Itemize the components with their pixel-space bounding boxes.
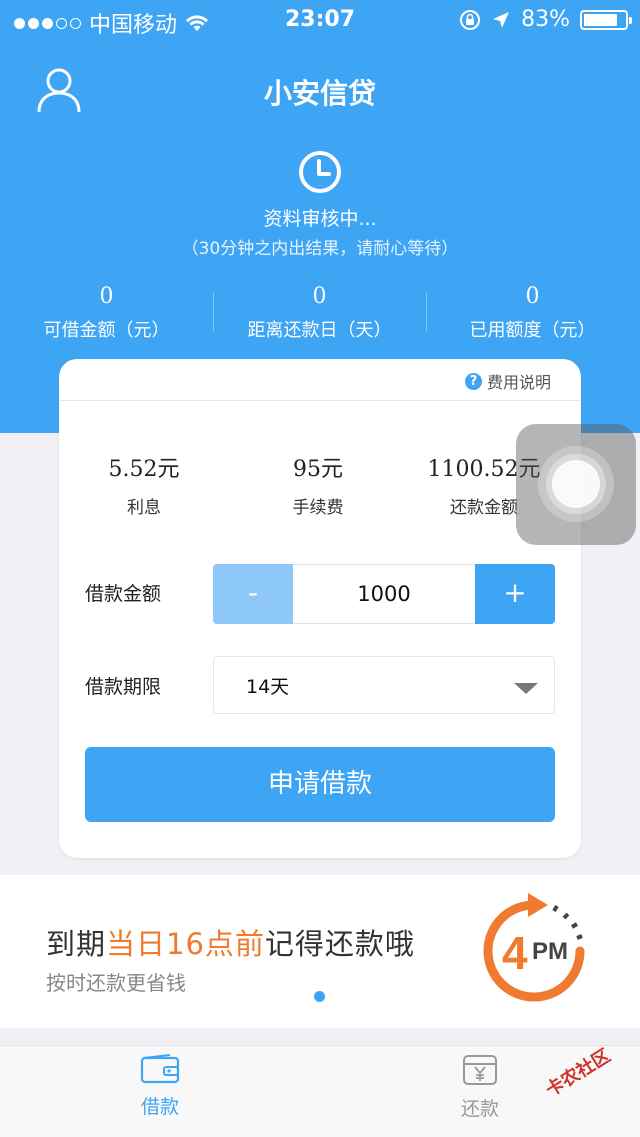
tab-label: 借款 [140, 1096, 179, 1118]
tab-repay[interactable]: 还款 [420, 1054, 540, 1121]
stat-value: 0 [525, 284, 540, 309]
battery-percent: 83% [521, 7, 570, 32]
summary-interest: 5.52元 利息 [59, 451, 229, 518]
banner-title-highlight: 当日16点前 [106, 927, 265, 961]
stat-value: 0 [99, 284, 114, 309]
amount-stepper: - 1000 + [213, 564, 555, 624]
credit-stats: 0 可借金额（元） 0 距离还款日（天） 0 已用额度（元） [0, 280, 640, 350]
review-status-subtitle: （30分钟之内出结果，请耐心等待） [181, 239, 459, 259]
rotation-lock-icon [460, 9, 481, 30]
tab-borrow[interactable]: 借款 [100, 1054, 220, 1119]
banner-title: 到期当日16点前记得还款哦 [46, 921, 415, 963]
location-arrow-icon [493, 11, 510, 28]
battery-icon [580, 9, 632, 30]
summary-value: 5.52元 [108, 457, 180, 482]
fee-explanation-label: 费用说明 [486, 373, 551, 392]
tab-label: 还款 [460, 1098, 499, 1120]
decrease-button[interactable]: - [213, 564, 293, 624]
clock-icon [299, 151, 341, 193]
increase-button[interactable]: + [475, 564, 555, 624]
dropdown-caret-icon [514, 683, 538, 694]
summary-value: 95元 [293, 457, 343, 482]
stat-label: 已用额度（元） [469, 320, 596, 341]
stat-value: 0 [312, 284, 327, 309]
summary-label: 手续费 [292, 498, 344, 518]
divider [59, 400, 581, 401]
clock-4pm-icon: 4 PM [483, 893, 585, 1002]
term-select[interactable]: 14天 [213, 656, 555, 714]
yen-wallet-icon [463, 1055, 497, 1085]
amount-label: 借款金额 [85, 583, 162, 605]
tab-bar: 借款 还款 [0, 1045, 640, 1137]
banner-title-pre: 到期 [46, 927, 107, 961]
stat-days-to-repay: 0 距离还款日（天） [213, 280, 426, 342]
term-value: 14天 [246, 676, 290, 698]
banner-subtitle: 按时还款更省钱 [46, 971, 186, 995]
assistive-touch-button[interactable] [516, 424, 636, 545]
banner-title-post: 记得还款哦 [264, 927, 415, 961]
status-right: 83% [459, 7, 632, 32]
summary-label: 利息 [127, 498, 161, 518]
stat-used-credit: 0 已用额度（元） [426, 280, 639, 342]
loan-card: ? 费用说明 5.52元 利息 95元 手续费 1100.52元 还款金额 借款… [59, 359, 581, 858]
summary-service-fee: 95元 手续费 [233, 451, 403, 518]
page-title: 小安信贷 [263, 77, 376, 110]
pm-number: 4 [502, 927, 528, 979]
amount-input[interactable]: 1000 [293, 564, 475, 624]
apply-loan-button[interactable]: 申请借款 [85, 747, 555, 822]
pm-text: PM [532, 938, 568, 965]
help-icon: ? [464, 372, 482, 390]
fee-explanation-link[interactable]: ? 费用说明 [464, 369, 551, 393]
review-status-title: 资料审核中... [263, 208, 377, 230]
term-label: 借款期限 [85, 676, 162, 698]
carousel-dot[interactable] [314, 991, 325, 1002]
stat-available-amount: 0 可借金额（元） [0, 280, 213, 342]
stat-label: 可借金额（元） [43, 320, 170, 341]
repayment-reminder-banner[interactable]: 到期当日16点前记得还款哦 按时还款更省钱 4 PM [0, 875, 640, 1028]
stat-label: 距离还款日（天） [247, 320, 392, 341]
wallet-icon [140, 1054, 180, 1084]
status-bar: 中国移动 23:07 83% [0, 0, 640, 40]
